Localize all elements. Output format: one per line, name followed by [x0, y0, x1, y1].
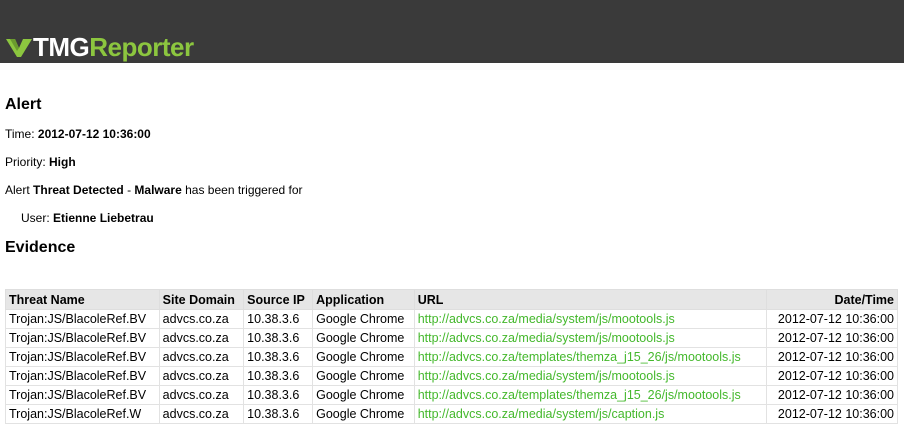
cell-application: Google Chrome — [312, 366, 415, 386]
alert-name: Threat Detected — [33, 183, 124, 197]
cell-site-domain: advcs.co.za — [158, 328, 245, 348]
evidence-header-row: Threat Name Site Domain Source IP Applic… — [5, 289, 899, 310]
time-value: 2012-07-12 10:36:00 — [37, 127, 151, 141]
table-row: Trojan:JS/BlacoleRef.BV advcs.co.za 10.3… — [5, 366, 899, 386]
cell-url-link[interactable]: http://advcs.co.za/media/system/js/mooto… — [413, 309, 767, 329]
cell-source-ip: 10.38.3.6 — [243, 309, 314, 329]
cell-threat-name: Trojan:JS/BlacoleRef.BV — [5, 385, 160, 405]
cell-date-time: 2012-07-12 10:36:00 — [765, 366, 899, 386]
col-source-ip: Source IP — [243, 289, 314, 310]
header-bar: TMGReporter — [0, 0, 904, 63]
user-label: User: — [21, 211, 50, 225]
alert-heading: Alert — [5, 96, 42, 113]
alert-msg-sep: - — [127, 183, 132, 197]
col-date-time: Date/Time — [765, 289, 899, 310]
cell-application: Google Chrome — [312, 404, 415, 424]
cell-threat-name: Trojan:JS/BlacoleRef.BV — [5, 328, 160, 348]
logo: TMGReporter — [6, 32, 194, 62]
cell-site-domain: advcs.co.za — [158, 347, 245, 367]
cell-url-link[interactable]: http://advcs.co.za/templates/themza_j15_… — [413, 385, 767, 405]
chevron-v-logo-icon — [6, 39, 32, 57]
priority-value: High — [49, 155, 76, 169]
col-site-domain: Site Domain — [158, 289, 245, 310]
alert-message: Alert Threat Detected - Malware has been… — [5, 183, 303, 197]
col-application: Application — [312, 289, 415, 310]
cell-date-time: 2012-07-12 10:36:00 — [765, 328, 899, 348]
table-row: Trojan:JS/BlacoleRef.W advcs.co.za 10.38… — [5, 404, 899, 424]
time-label: Time: — [5, 127, 35, 141]
alert-msg-suffix: has been triggered for — [185, 183, 303, 197]
table-row: Trojan:JS/BlacoleRef.BV advcs.co.za 10.3… — [5, 328, 899, 348]
cell-date-time: 2012-07-12 10:36:00 — [765, 309, 899, 329]
priority-label: Priority: — [5, 155, 46, 169]
cell-source-ip: 10.38.3.6 — [243, 404, 314, 424]
cell-url-link[interactable]: http://advcs.co.za/media/system/js/capti… — [413, 404, 767, 424]
cell-source-ip: 10.38.3.6 — [243, 347, 314, 367]
col-threat-name: Threat Name — [5, 289, 160, 310]
cell-date-time: 2012-07-12 10:36:00 — [765, 404, 899, 424]
alert-type: Malware — [134, 183, 182, 197]
cell-application: Google Chrome — [312, 309, 415, 329]
logo-text-tmg: TMG — [33, 32, 90, 62]
priority-line: Priority: High — [5, 155, 76, 169]
cell-source-ip: 10.38.3.6 — [243, 328, 314, 348]
cell-application: Google Chrome — [312, 328, 415, 348]
table-row: Trojan:JS/BlacoleRef.BV advcs.co.za 10.3… — [5, 385, 899, 405]
user-value: Etienne Liebetrau — [53, 211, 154, 225]
logo-text: TMGReporter — [33, 32, 194, 62]
cell-threat-name: Trojan:JS/BlacoleRef.BV — [5, 366, 160, 386]
cell-source-ip: 10.38.3.6 — [243, 385, 314, 405]
cell-threat-name: Trojan:JS/BlacoleRef.W — [5, 404, 160, 424]
evidence-heading: Evidence — [5, 239, 76, 256]
cell-date-time: 2012-07-12 10:36:00 — [765, 347, 899, 367]
col-url: URL — [413, 289, 767, 310]
logo-text-reporter: Reporter — [89, 32, 194, 62]
cell-url-link[interactable]: http://advcs.co.za/media/system/js/mooto… — [413, 328, 767, 348]
cell-application: Google Chrome — [312, 347, 415, 367]
cell-threat-name: Trojan:JS/BlacoleRef.BV — [5, 309, 160, 329]
cell-source-ip: 10.38.3.6 — [243, 366, 314, 386]
cell-site-domain: advcs.co.za — [158, 309, 245, 329]
table-row: Trojan:JS/BlacoleRef.BV advcs.co.za 10.3… — [5, 347, 899, 367]
user-line: User: Etienne Liebetrau — [21, 211, 154, 225]
cell-url-link[interactable]: http://advcs.co.za/media/system/js/mooto… — [413, 366, 767, 386]
evidence-table: Threat Name Site Domain Source IP Applic… — [5, 289, 899, 424]
cell-site-domain: advcs.co.za — [158, 404, 245, 424]
cell-url-link[interactable]: http://advcs.co.za/templates/themza_j15_… — [413, 347, 767, 367]
alert-msg-prefix: Alert — [5, 183, 30, 197]
time-line: Time: 2012-07-12 10:36:00 — [5, 127, 151, 141]
cell-application: Google Chrome — [312, 385, 415, 405]
cell-threat-name: Trojan:JS/BlacoleRef.BV — [5, 347, 160, 367]
cell-site-domain: advcs.co.za — [158, 385, 245, 405]
cell-date-time: 2012-07-12 10:36:00 — [765, 385, 899, 405]
table-row: Trojan:JS/BlacoleRef.BV advcs.co.za 10.3… — [5, 309, 899, 329]
cell-site-domain: advcs.co.za — [158, 366, 245, 386]
